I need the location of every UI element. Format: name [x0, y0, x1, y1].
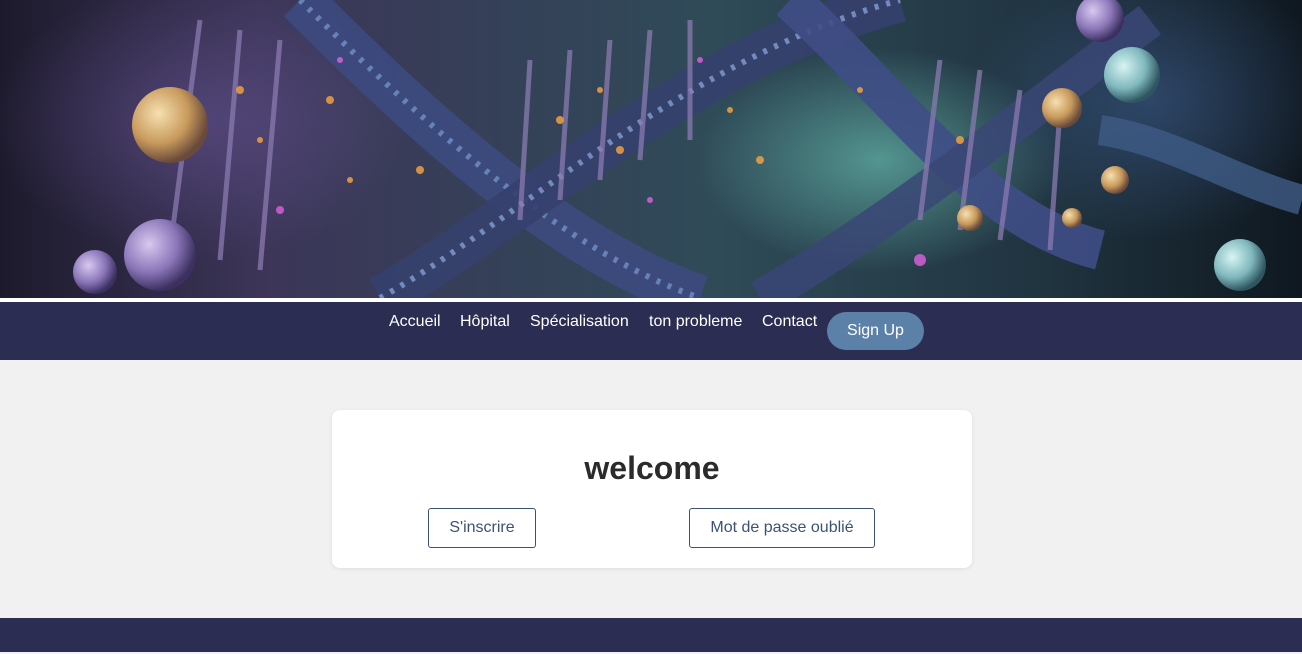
footer-bar	[0, 618, 1302, 652]
forgot-password-button[interactable]: Mot de passe oublié	[689, 508, 875, 548]
nav-item-contact[interactable]: Contact	[762, 312, 817, 332]
nav-item-specialisation[interactable]: Spécialisation	[530, 312, 629, 332]
top-navbar: Accueil Hôpital Spécialisation ton probl…	[0, 302, 1302, 360]
nav-item-accueil[interactable]: Accueil	[389, 312, 441, 332]
nav-item-hopital[interactable]: Hôpital	[460, 312, 510, 332]
sign-up-button[interactable]: Sign Up	[827, 312, 924, 350]
register-button[interactable]: S'inscrire	[428, 508, 536, 548]
welcome-title: welcome	[584, 450, 720, 486]
dna-helix-image	[73, 0, 1302, 298]
welcome-card: welcome S'inscrire Mot de passe oublié	[332, 410, 972, 568]
nav-item-ton-probleme[interactable]: ton probleme	[649, 312, 742, 332]
hero-banner	[0, 0, 1302, 298]
